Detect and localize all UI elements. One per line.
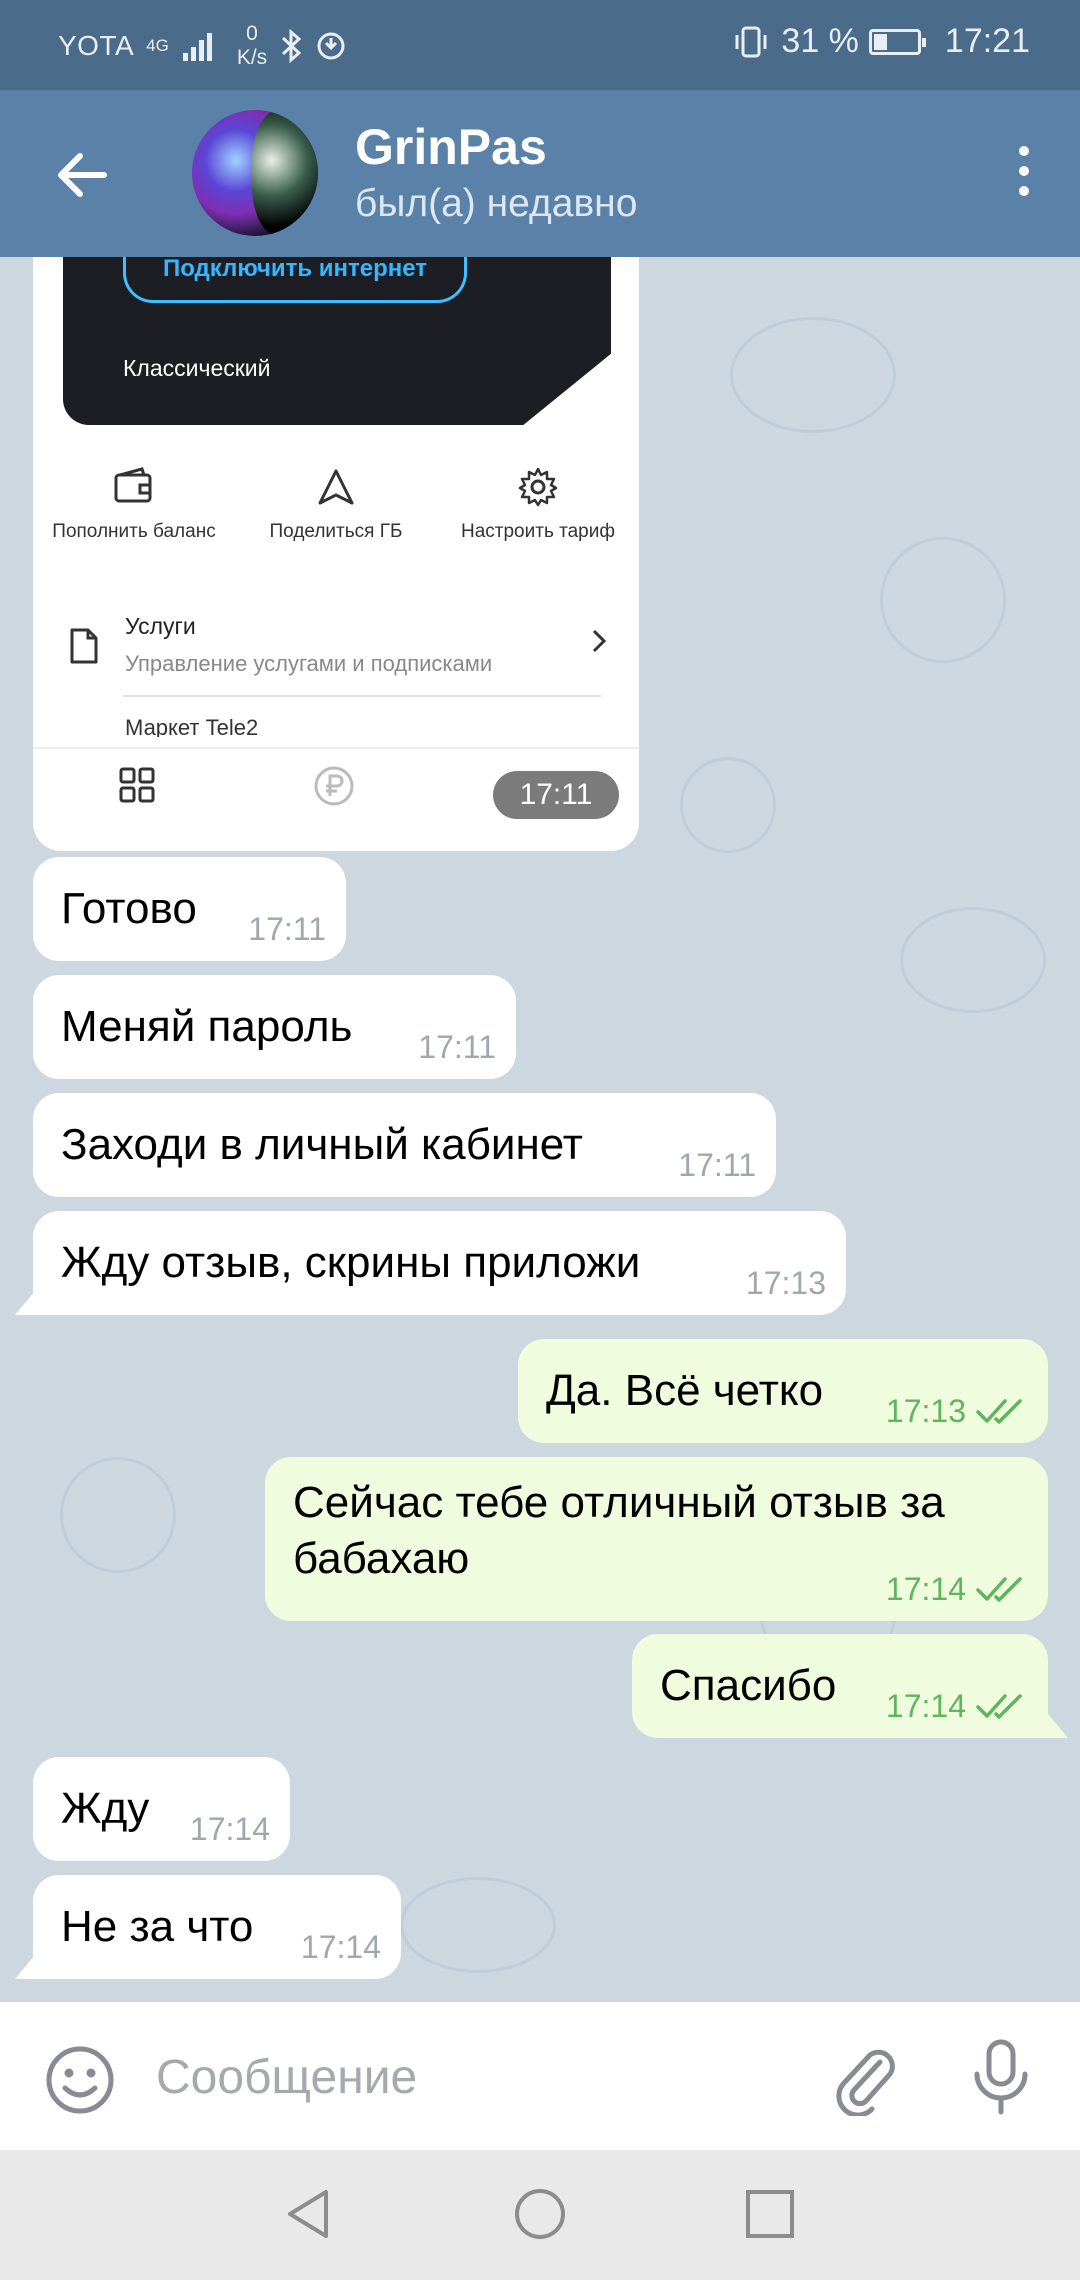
share-gb-action: Поделиться ГБ [241,457,431,543]
last-seen-status: был(а) недавно [355,182,638,225]
message-time: 17:14 [189,1811,270,1847]
incoming-message[interactable]: Жду 17:14 [33,1757,290,1861]
tariff-card: Подключить интернет Классический [63,257,611,425]
emoji-icon[interactable] [44,2044,116,2116]
read-ticks-icon [976,1577,1022,1602]
message-list[interactable]: Подключить интернет Классический Пополни… [0,257,1080,2002]
network-speed-value: 0 [246,22,258,45]
doodle-pattern [730,317,896,433]
vibrate-icon [735,26,767,57]
message-time: 17:14 [885,1571,966,1607]
document-icon [70,628,98,664]
action-label: Пополнить баланс [52,521,216,542]
plan-name: Классический [123,355,271,381]
incoming-message[interactable]: Заходи в личный кабинет 17:11 [33,1093,776,1197]
divider [33,747,639,749]
bubble-tail [1048,1714,1068,1738]
action-label: Настроить тариф [461,521,615,542]
bubble-tail [15,1291,35,1315]
screenshot-message[interactable]: Подключить интернет Классический Пополни… [33,257,639,851]
action-label: Поделиться ГБ [269,521,403,542]
nfc-icon [317,32,345,60]
message-text: Да. Всё четко [546,1366,824,1415]
avatar[interactable] [192,110,318,236]
message-text: Спасибо [660,1661,837,1710]
doodle-pattern [400,1877,556,1973]
carrier-name: YOTA [58,30,135,61]
top-up-balance-action: Пополнить баланс [39,457,229,543]
network-type: 4G [146,36,169,55]
message-time: 17:11 [248,911,326,947]
message-time: 17:13 [885,1393,966,1429]
incoming-message[interactable]: Готово 17:11 [33,857,346,961]
nav-recents-icon[interactable] [742,2186,798,2242]
message-text: Жду отзыв, скрины приложи [61,1238,641,1287]
network-speed: 0 K/s [237,22,267,70]
configure-tariff-action: Настроить тариф [443,457,633,543]
clock: 17:21 [944,22,1030,60]
message-text: Готово [61,884,197,933]
read-ticks-icon [976,1694,1022,1719]
connect-internet-button: Подключить интернет [123,257,467,303]
services-row: Услуги Управление услугами и подписками [69,607,619,687]
arrow-left-icon[interactable] [48,140,118,210]
message-text: Не за что [61,1902,254,1951]
nav-home-icon[interactable] [512,2186,568,2242]
doodle-pattern [880,537,1006,663]
message-input[interactable]: Сообщение [156,2050,417,2105]
signal-icon [182,33,212,61]
network-speed-unit: K/s [236,46,268,69]
market-item: Маркет Tele2 [125,715,259,737]
doodle-pattern [680,757,776,853]
microphone-icon[interactable] [968,2038,1034,2118]
message-time: 17:11 [493,771,619,819]
message-time: 17:13 [745,1265,826,1301]
system-navigation-bar [0,2150,1080,2280]
outgoing-message[interactable]: Да. Всё четко 17:13 [518,1339,1048,1443]
message-input-bar: Сообщение [0,2002,1080,2150]
divider [123,695,601,697]
chat-header: GrinPas был(а) недавно [0,90,1080,257]
incoming-message[interactable]: Не за что 17:14 [33,1875,401,1979]
message-time: 17:11 [678,1147,756,1183]
message-time: 17:14 [300,1929,381,1965]
message-text: Меняй пароль [61,1002,353,1051]
nav-back-icon[interactable] [282,2186,338,2242]
battery-percent: 31 % [781,22,859,60]
doodle-pattern [900,907,1046,1013]
bluetooth-icon [282,29,302,63]
more-vert-icon[interactable] [1004,140,1044,210]
wallet-icon [114,467,152,503]
message-text: Жду [61,1784,150,1833]
services-subtitle: Управление услугами и подписками [125,651,493,676]
gear-icon [518,467,558,507]
incoming-message[interactable]: Жду отзыв, скрины приложи 17:13 [33,1211,846,1315]
ruble-icon [314,766,354,806]
share-triangle-icon [318,469,354,505]
bubble-tail [15,1955,35,1979]
message-text: Заходи в личный кабинет [61,1120,583,1169]
outgoing-message[interactable]: Сейчас тебе отличный отзыв за бабахаю 17… [265,1457,1048,1621]
status-bar: YOTA 4G 0 K/s 31 % 17:21 [0,0,1080,90]
chat-title[interactable]: GrinPas [355,118,547,176]
doodle-pattern [60,1457,176,1573]
incoming-message[interactable]: Меняй пароль 17:11 [33,975,516,1079]
message-time: 17:11 [418,1029,496,1065]
grid-icon [119,767,155,803]
paperclip-icon[interactable] [830,2040,900,2116]
outgoing-message[interactable]: Спасибо 17:14 [632,1634,1048,1738]
services-title: Услуги [125,613,196,639]
read-ticks-icon [976,1399,1022,1424]
chevron-right-icon [592,629,607,653]
battery-icon [868,28,926,55]
message-time: 17:14 [885,1688,966,1724]
